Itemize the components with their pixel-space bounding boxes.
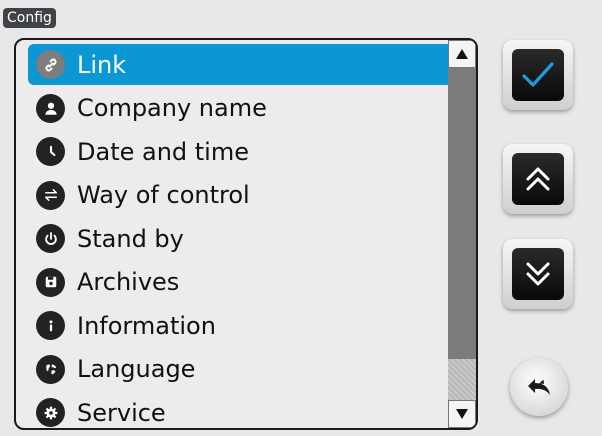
swap-arrows-icon [36, 180, 65, 210]
page-up-button-face [512, 153, 564, 205]
triangle-up-icon [456, 49, 468, 59]
power-icon [36, 224, 65, 253]
menu-item-stand-by[interactable]: Stand by [28, 218, 454, 259]
menu-panel: Link Company name Date and time Way of c… [14, 38, 478, 430]
scroll-down-button[interactable] [448, 400, 476, 428]
menu-item-way-of-control[interactable]: Way of control [28, 175, 454, 216]
user-icon [36, 93, 65, 123]
double-chevron-up-icon [526, 167, 550, 191]
link-icon [36, 50, 65, 79]
back-arrow-icon [528, 379, 550, 395]
menu-item-label: Date and time [77, 137, 249, 166]
confirm-button[interactable] [503, 40, 573, 110]
save-icon [36, 267, 65, 297]
scroll-up-button[interactable] [448, 40, 476, 68]
menu-item-company-name[interactable]: Company name [28, 88, 454, 129]
window-title: Config [3, 8, 56, 28]
menu-item-label: Company name [77, 94, 267, 122]
scrollbar-track[interactable] [448, 359, 476, 400]
check-icon [522, 62, 554, 87]
menu-item-label: Service [77, 398, 166, 427]
double-chevron-down-icon [526, 262, 550, 286]
back-button[interactable] [510, 358, 568, 416]
menu-item-label: Information [77, 311, 216, 340]
confirm-button-face [512, 49, 564, 101]
vertical-scrollbar[interactable] [448, 40, 476, 428]
triangle-down-icon [456, 409, 468, 419]
page-down-button-face [512, 248, 564, 300]
gear-icon [36, 398, 65, 427]
scrollbar-thumb[interactable] [448, 68, 476, 359]
menu-item-date-and-time[interactable]: Date and time [28, 131, 454, 172]
menu-item-language[interactable]: Language [28, 349, 454, 390]
page-down-button[interactable] [503, 239, 573, 309]
clock-icon [36, 137, 65, 166]
menu-item-archives[interactable]: Archives [28, 262, 454, 303]
globe-icon [36, 354, 65, 384]
page-up-button[interactable] [503, 144, 573, 214]
menu-item-information[interactable]: Information [28, 305, 454, 346]
menu-item-label: Stand by [77, 224, 184, 253]
info-icon [36, 311, 65, 340]
menu-item-link[interactable]: Link [28, 44, 454, 85]
menu-item-label: Language [77, 355, 196, 383]
menu-item-label: Archives [77, 268, 180, 296]
menu-item-label: Way of control [77, 181, 250, 209]
menu-item-service[interactable]: Service [28, 392, 454, 428]
menu-item-label: Link [77, 50, 127, 79]
menu-list: Link Company name Date and time Way of c… [28, 44, 454, 428]
